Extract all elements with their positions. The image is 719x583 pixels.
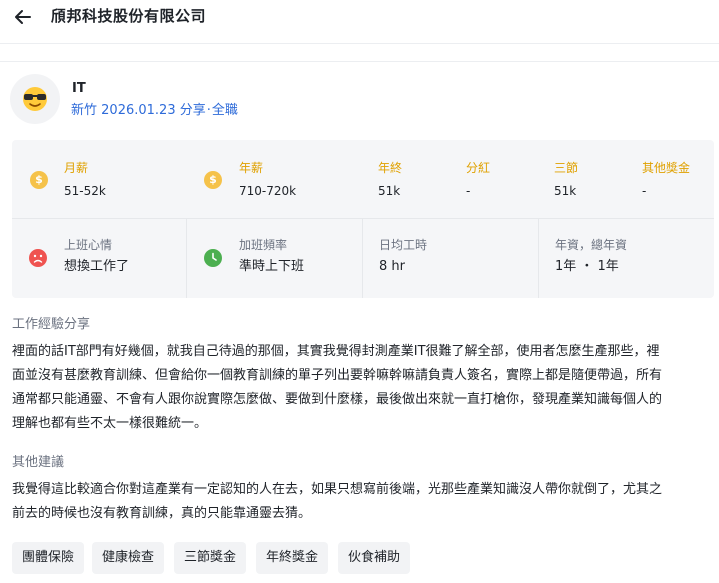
dollar-coin-icon: $ bbox=[204, 171, 222, 189]
experience-line: 通常都只能通靈、不會有人跟你說實際怎麼做、要做到什麼樣，最後做出來就一直打槍你，… bbox=[12, 392, 663, 407]
seniority-value: 1年 ・ 1年 bbox=[555, 259, 619, 274]
divider bbox=[186, 219, 187, 298]
benefit-tag[interactable]: 伙食補助 bbox=[338, 542, 411, 574]
sunglasses-face-icon bbox=[10, 74, 60, 124]
dividend-value: - bbox=[466, 184, 471, 198]
employment-type: 全職 bbox=[211, 103, 238, 118]
annual-salary-value: 710-720k bbox=[239, 184, 297, 198]
experience-line: 裡面的話IT部門有好幾個，就我自己待過的那個，其實我覺得封測產業IT很難了解全部… bbox=[12, 344, 660, 359]
yearend-bonus-value: 51k bbox=[378, 184, 401, 198]
post-type: 分享 bbox=[179, 103, 206, 118]
experience-line: 面並沒有甚麼教育訓練、但會給你一個教育訓練的單子列出要幹嘛幹嘛請負責人簽名，實際… bbox=[12, 368, 663, 383]
overtime-value: 準時上下班 bbox=[239, 259, 305, 274]
annual-salary-label: 年薪 bbox=[239, 161, 264, 175]
arrow-left-icon[interactable] bbox=[12, 6, 34, 28]
other-bonus-label: 其他獎金 bbox=[642, 161, 691, 175]
festival-bonus-label: 三節 bbox=[554, 161, 579, 175]
suggestion-heading: 其他建議 bbox=[12, 455, 65, 470]
mood-label: 上班心情 bbox=[64, 238, 113, 252]
location-link[interactable]: 新竹 bbox=[71, 103, 97, 118]
divider bbox=[362, 219, 363, 298]
seniority-label: 年資，總年資 bbox=[555, 238, 628, 252]
suggestion-line: 我覺得這比較適合你對這產業有一定認知的人在去，如果只想寫前後端，光那些產業知識沒… bbox=[12, 482, 663, 497]
job-title: IT bbox=[72, 81, 86, 96]
divider bbox=[538, 219, 539, 298]
benefit-tag[interactable]: 三節獎金 bbox=[174, 542, 247, 574]
company-title[interactable]: 頎邦科技股份有限公司 bbox=[51, 6, 206, 26]
benefit-tag[interactable]: 年終獎金 bbox=[256, 542, 329, 574]
sad-face-icon bbox=[29, 249, 47, 267]
other-bonus-value: - bbox=[642, 184, 647, 198]
dividend-label: 分紅 bbox=[466, 161, 491, 175]
divider bbox=[12, 218, 714, 219]
experience-text: 裡面的話IT部門有好幾個，就我自己待過的那個，其實我覺得封測產業IT很難了解全部… bbox=[12, 340, 714, 436]
mood-value: 想換工作了 bbox=[64, 259, 130, 274]
yearend-bonus-label: 年終 bbox=[378, 161, 403, 175]
suggestion-line: 前去的時候也沒有教育訓練，真的只能靠通靈去猜。 bbox=[12, 506, 312, 521]
post-date: 2026.01.23 bbox=[101, 103, 176, 118]
stats-panel: $ 月薪 51-52k $ 年薪 710-720k 年終 51k 分紅 - 三節… bbox=[12, 140, 714, 298]
experience-heading: 工作經驗分享 bbox=[12, 317, 91, 332]
benefit-tag[interactable]: 健康檢查 bbox=[92, 542, 165, 574]
clock-icon bbox=[204, 249, 222, 267]
festival-bonus-value: 51k bbox=[554, 184, 577, 198]
daily-hours-label: 日均工時 bbox=[379, 238, 428, 252]
benefit-tag[interactable]: 團體保險 bbox=[12, 542, 85, 574]
top-bar: 頎邦科技股份有限公司 bbox=[0, 0, 719, 44]
overtime-label: 加班頻率 bbox=[239, 238, 288, 252]
experience-line: 理解也都有些不太一樣很難統一。 bbox=[12, 416, 208, 431]
suggestion-text: 我覺得這比較適合你對這產業有一定認知的人在去，如果只想寫前後端，光那些產業知識沒… bbox=[12, 478, 714, 526]
monthly-salary-value: 51-52k bbox=[64, 184, 106, 198]
daily-hours-value: 8 hr bbox=[379, 259, 405, 274]
dollar-coin-icon: $ bbox=[30, 171, 48, 189]
post-meta: 新竹 2026.01.23 分享·全職 bbox=[71, 103, 238, 118]
monthly-salary-label: 月薪 bbox=[64, 161, 89, 175]
